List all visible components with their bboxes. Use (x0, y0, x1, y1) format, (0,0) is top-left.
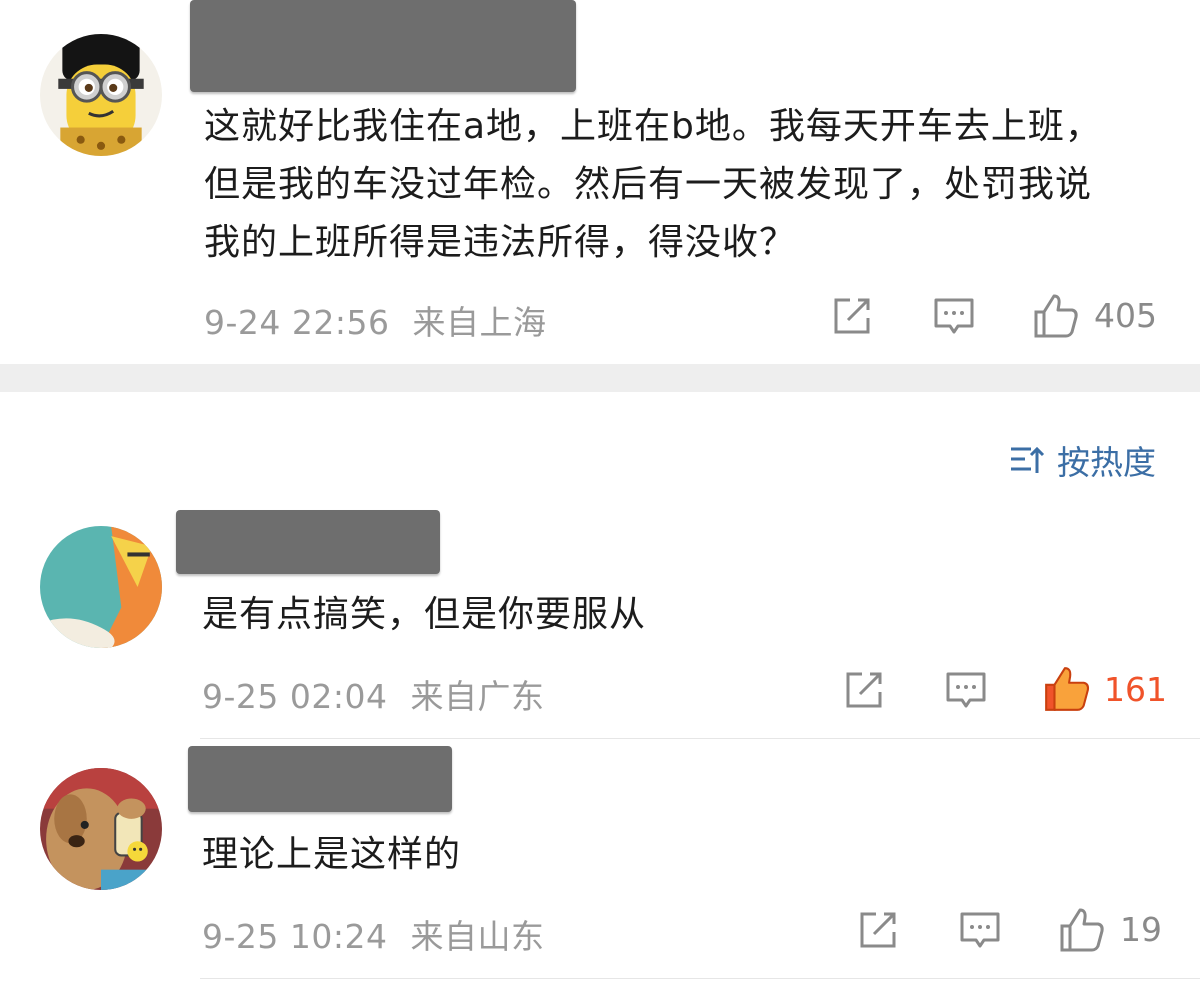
comment-icon[interactable] (932, 294, 976, 338)
comment-text: 理论上是这样的 (202, 834, 462, 875)
avatar-dog-photo (40, 768, 162, 890)
comment-time: 9-25 10:24 (202, 917, 388, 956)
comment-meta: 9-25 02:04 来自广东 (202, 670, 545, 718)
like-count: 405 (1094, 296, 1157, 335)
comment-icon[interactable] (958, 908, 1002, 952)
comment-divider (200, 978, 1200, 979)
thumbs-up-icon-liked[interactable] (1042, 664, 1092, 714)
comment-location: 来自广东 (410, 677, 545, 716)
comment-meta: 9-24 22:56 来自上海 (204, 296, 547, 344)
share-icon[interactable] (830, 294, 874, 338)
avatar-minion-image (40, 34, 162, 156)
sort-by-hotness-button[interactable]: 按热度 (1007, 436, 1156, 484)
comment-time: 9-25 02:04 (202, 677, 388, 716)
comment-location: 来自上海 (412, 303, 547, 342)
avatar[interactable] (40, 526, 162, 648)
share-icon[interactable] (856, 908, 900, 952)
comment-time: 9-24 22:56 (204, 303, 390, 342)
sort-icon (1011, 446, 1045, 473)
comment-location: 来自山东 (410, 917, 545, 956)
like-count: 161 (1104, 670, 1167, 709)
comment-meta: 9-25 10:24 来自山东 (202, 910, 545, 958)
username-redacted (190, 0, 576, 92)
share-icon[interactable] (842, 668, 886, 712)
thumbs-up-icon[interactable] (1058, 906, 1106, 954)
avatar[interactable] (40, 768, 162, 890)
username-redacted (176, 510, 440, 574)
avatar[interactable] (40, 34, 162, 156)
comment-text: 是有点搞笑，但是你要服从 (202, 594, 647, 635)
comment-text: 这就好比我住在a地，上班在b地。我每天开车去上班，但是我的车没过年检。然后有一天… (204, 106, 1102, 263)
comment-divider (200, 738, 1200, 739)
thumbs-up-icon[interactable] (1032, 292, 1080, 340)
section-separator (0, 364, 1200, 392)
username-redacted (188, 746, 452, 812)
comment-icon[interactable] (944, 668, 988, 712)
like-count: 19 (1120, 910, 1162, 949)
sort-label: 按热度 (1057, 443, 1156, 482)
avatar-cartoon-image (40, 526, 162, 648)
